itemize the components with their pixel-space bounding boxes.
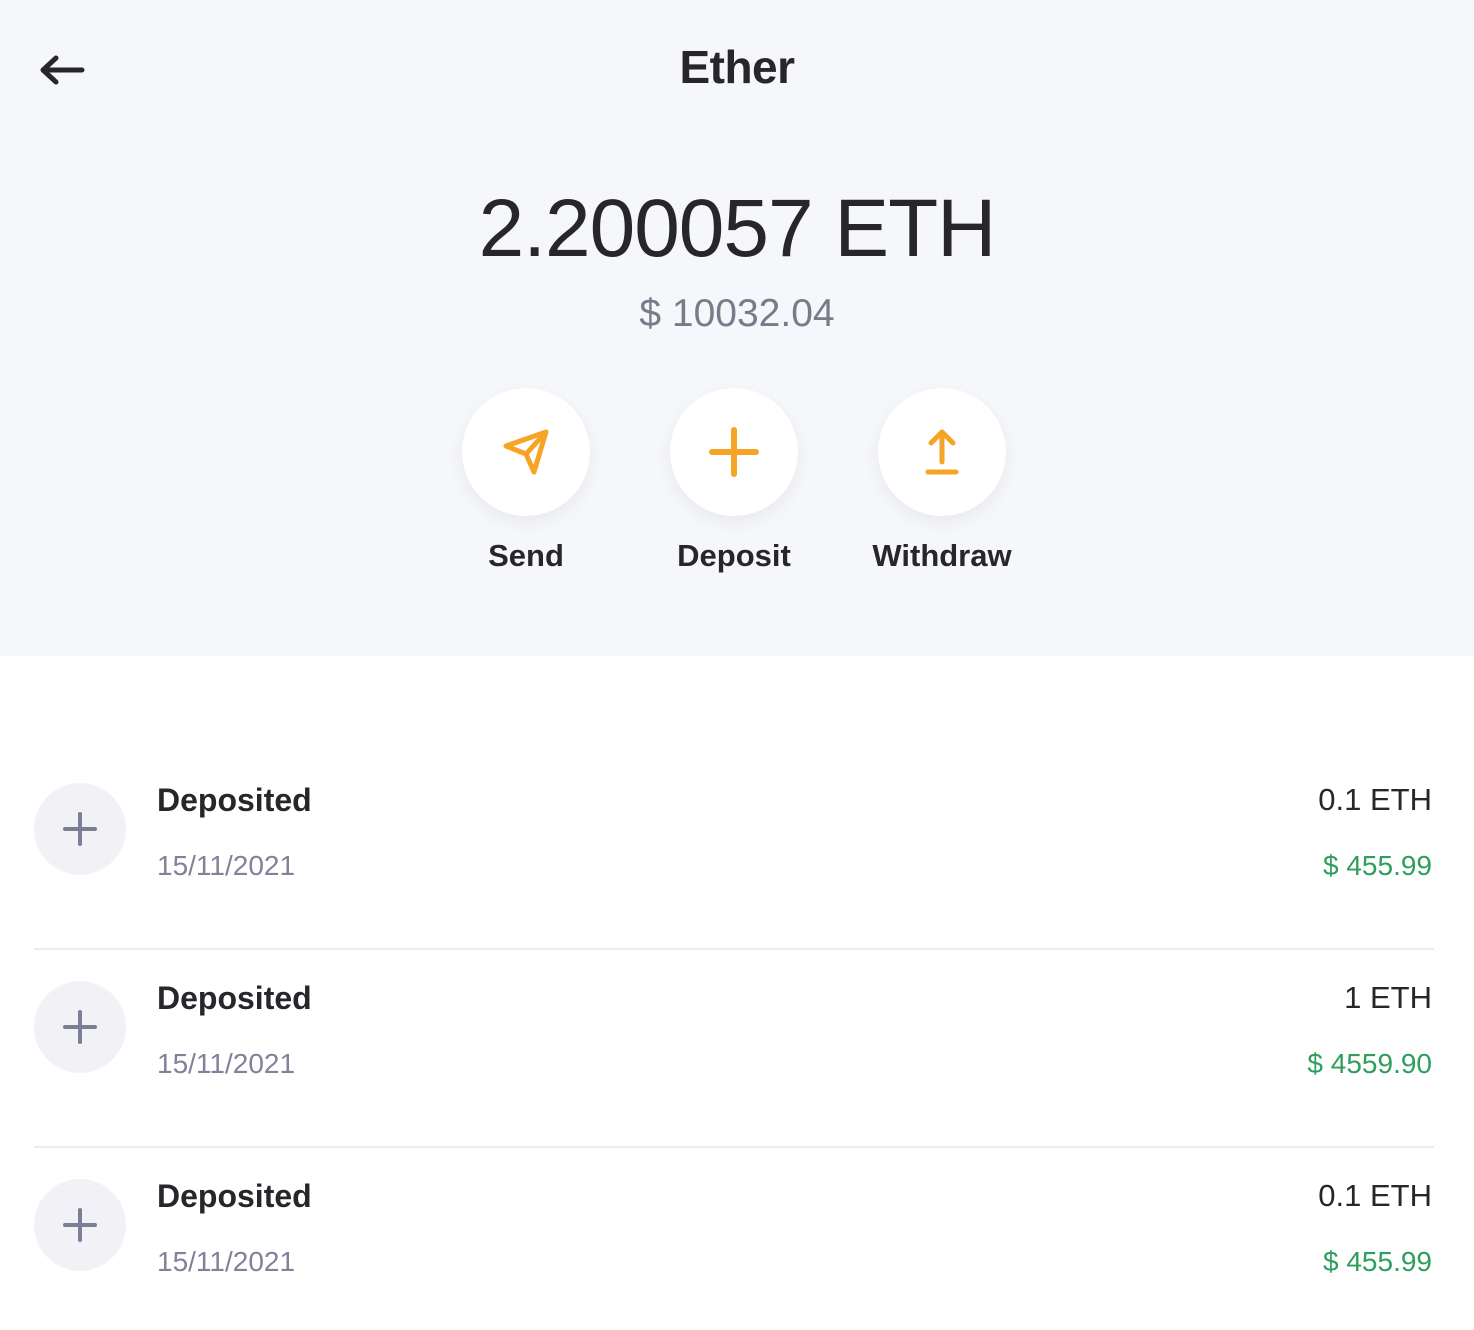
- page-title: Ether: [679, 41, 795, 93]
- balance-usd-value: $ 10032.04: [639, 292, 835, 335]
- deposit-button[interactable]: Deposit: [630, 388, 838, 574]
- transaction-list: Deposited 15/11/2021 0.1 ETH $ 455.99 De…: [34, 752, 1434, 1330]
- transaction-row[interactable]: Deposited 15/11/2021 0.1 ETH $ 455.99: [34, 1148, 1434, 1330]
- plus-icon: [709, 427, 759, 477]
- plus-icon: [63, 812, 97, 846]
- transaction-amount: 1 ETH: [1344, 980, 1432, 1015]
- transaction-usd-value: $ 455.99: [1323, 1246, 1432, 1277]
- transaction-date: 15/11/2021: [157, 850, 296, 881]
- transaction-title: Deposited: [157, 782, 312, 818]
- deposit-button-circle[interactable]: [670, 388, 798, 516]
- transaction-title: Deposited: [157, 1178, 312, 1214]
- send-label: Send: [488, 538, 564, 573]
- deposit-label: Deposit: [677, 538, 791, 573]
- plus-icon: [63, 1208, 97, 1242]
- transaction-usd-value: $ 4559.90: [1307, 1048, 1432, 1079]
- send-button-circle[interactable]: [462, 388, 590, 516]
- transaction-date: 15/11/2021: [157, 1246, 296, 1277]
- withdraw-button-circle[interactable]: [878, 388, 1006, 516]
- transaction-amount: 0.1 ETH: [1318, 1178, 1432, 1213]
- send-button[interactable]: Send: [422, 388, 630, 574]
- transaction-usd-value: $ 455.99: [1323, 850, 1432, 881]
- transaction-row[interactable]: Deposited 15/11/2021 0.1 ETH $ 455.99: [34, 752, 1434, 950]
- balance-amount: 2.200057 ETH: [478, 183, 997, 274]
- transaction-icon: [34, 783, 126, 875]
- send-icon: [503, 429, 549, 475]
- plus-icon: [63, 1010, 97, 1044]
- transaction-row[interactable]: Deposited 15/11/2021 1 ETH $ 4559.90: [34, 950, 1434, 1148]
- upload-icon: [925, 429, 959, 475]
- transaction-icon: [34, 1179, 126, 1271]
- withdraw-label: Withdraw: [872, 538, 1012, 573]
- transaction-date: 15/11/2021: [157, 1048, 296, 1079]
- wallet-header-section: Ether 2.200057 ETH $ 10032.04 Send Depos…: [0, 0, 1474, 656]
- transaction-amount: 0.1 ETH: [1318, 782, 1432, 817]
- transaction-icon: [34, 981, 126, 1073]
- withdraw-button[interactable]: Withdraw: [838, 388, 1046, 574]
- transaction-title: Deposited: [157, 980, 312, 1016]
